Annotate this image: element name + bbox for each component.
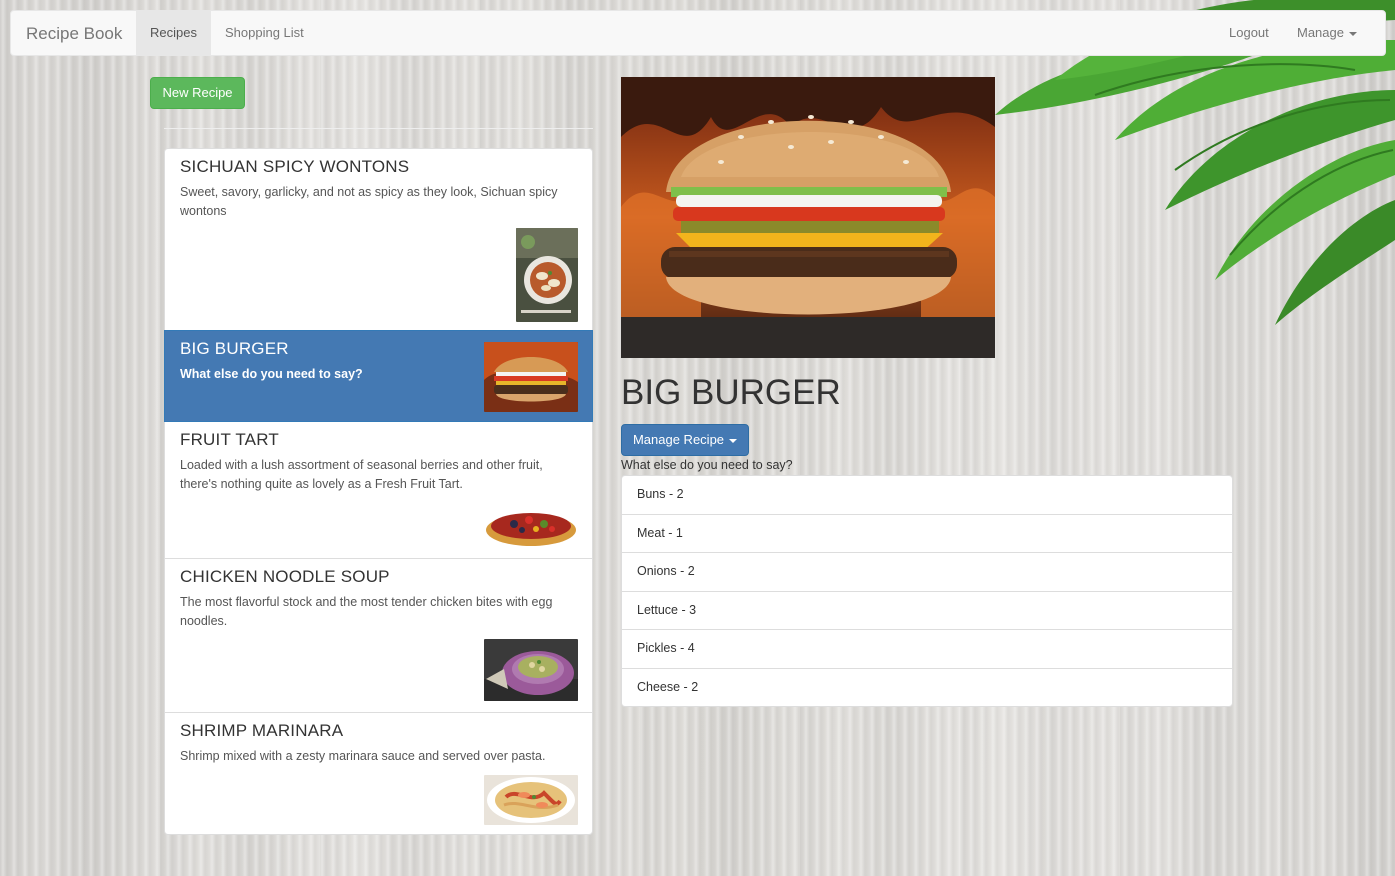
logout-link[interactable]: Logout	[1215, 11, 1283, 55]
ingredient-item: Pickles - 4	[621, 629, 1233, 669]
ingredient-item: Meat - 1	[621, 513, 1233, 553]
recipe-description: Shrimp mixed with a zesty marinara sauce…	[180, 749, 546, 763]
ingredient-item: Lettuce - 3	[621, 590, 1233, 630]
caret-down-icon	[1348, 31, 1357, 36]
recipe-name: SHRIMP MARINARA	[180, 721, 344, 740]
manage-label: Manage	[1297, 25, 1344, 40]
burger-image	[621, 77, 995, 358]
recipe-description: Loaded with a lush assortment of seasona…	[180, 458, 543, 491]
wontons-bowl-image	[516, 228, 578, 322]
divider	[164, 128, 593, 129]
ingredient-item: Buns - 2	[621, 475, 1233, 515]
ingredient-item: Onions - 2	[621, 552, 1233, 592]
recipe-description: The most flavorful stock and the most te…	[180, 595, 553, 628]
recipe-description: Sweet, savory, garlicky, and not as spic…	[180, 185, 558, 218]
caret-down-icon	[729, 438, 738, 443]
navbar: Recipe Book Recipes Shopping List Logout…	[10, 10, 1386, 56]
recipe-description: What else do you need to say?	[621, 458, 793, 472]
recipe-name: SICHUAN SPICY WONTONS	[180, 157, 410, 176]
manage-recipe-label: Manage Recipe	[632, 432, 725, 447]
nav-shopping-list[interactable]: Shopping List	[211, 11, 318, 55]
ingredient-list: Buns - 2 Meat - 1 Onions - 2 Lettuce - 3…	[621, 475, 1233, 707]
manage-dropdown[interactable]: Manage	[1283, 11, 1371, 55]
recipe-item-chicken-noodle-soup[interactable]: CHICKEN NOODLE SOUP The most flavorful s…	[164, 558, 593, 713]
recipe-name: FRUIT TART	[180, 430, 279, 449]
recipe-title: BIG BURGER	[621, 373, 841, 412]
recipe-list: SICHUAN SPICY WONTONS Sweet, savory, gar…	[164, 148, 593, 835]
recipe-item-big-burger[interactable]: BIG BURGER What else do you need to say?	[164, 330, 593, 422]
shrimp-pasta-image	[484, 775, 578, 825]
recipe-item-sichuan-spicy-wontons[interactable]: SICHUAN SPICY WONTONS Sweet, savory, gar…	[164, 148, 593, 331]
soup-bowl-image	[484, 639, 578, 701]
ingredient-item: Cheese - 2	[621, 667, 1233, 707]
recipe-name: CHICKEN NOODLE SOUP	[180, 567, 390, 586]
recipe-item-fruit-tart[interactable]: FRUIT TART Loaded with a lush assortment…	[164, 421, 593, 559]
burger-image	[484, 342, 578, 412]
manage-recipe-button[interactable]: Manage Recipe	[621, 424, 749, 456]
nav-recipes[interactable]: Recipes	[136, 11, 211, 55]
new-recipe-button[interactable]: New Recipe	[150, 77, 245, 109]
brand-link[interactable]: Recipe Book	[26, 24, 122, 44]
recipe-item-shrimp-marinara[interactable]: SHRIMP MARINARA Shrimp mixed with a zest…	[164, 712, 593, 835]
fruit-tart-image	[484, 502, 578, 548]
